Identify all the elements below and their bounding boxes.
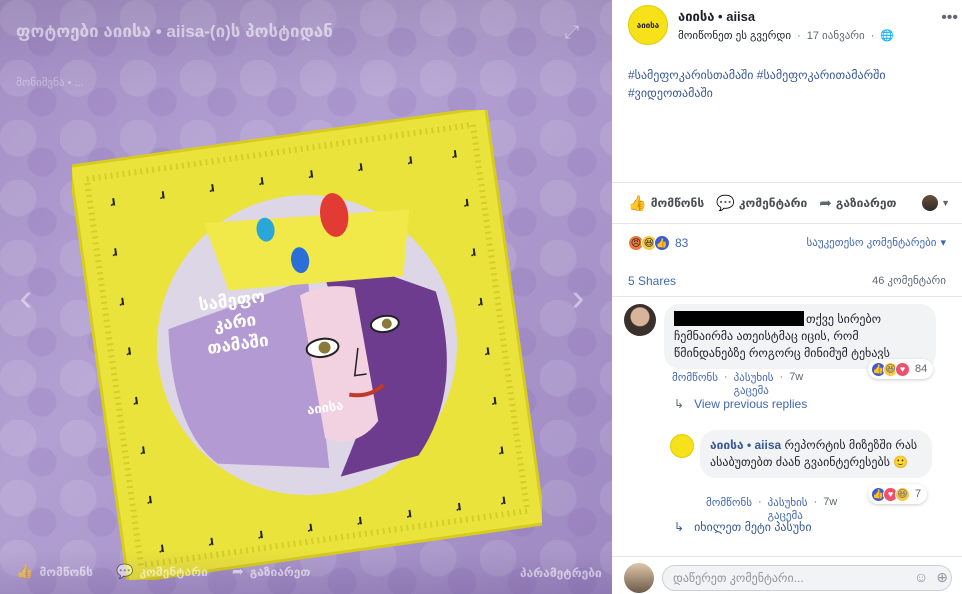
page-name-link[interactable]: აიისა • aiisa [678,9,755,25]
reply-author[interactable]: აიისა • aiisa [710,438,781,452]
post-text: #სამეფოკარისთამაში #სამეფოკარითამარში #ვ… [628,66,948,102]
comments-count[interactable]: 46 კომენტარი [872,274,946,287]
meta-separator: · [870,29,875,42]
avatar[interactable] [624,304,656,336]
chevron-down-icon: ▾ [940,237,946,249]
reply-arrow-icon: ↳ [674,397,685,411]
comment-icon: 💬 [716,195,735,212]
post-meta: მოიწონეთ ეს გვერდი · 17 იანვარი · 🌐 [678,29,895,43]
hashtag-line[interactable]: #ვიდეოთამაში [628,84,948,102]
previous-photo-chevron-icon[interactable]: ‹ [14,278,38,318]
post-as-selector[interactable]: ▼ [922,195,950,211]
hashtag-line[interactable]: #სამეფოკარისთამაში #სამეფოკარითამარში [628,66,948,84]
reply-like-link[interactable]: მომწონს [706,496,752,522]
post-actions: 👍 მომწონს 💬 კომენტარი ➦ გაზიარეთ ▼ [612,182,962,224]
reply-time[interactable]: 7w [823,496,837,522]
page-avatar-text: აიისა [636,20,660,30]
stage-overlay [0,0,612,95]
comment-sort-dropdown[interactable]: საუკეთესო კომენტარები ▾ [806,236,946,249]
share-label: გაზიარეთ [835,196,897,210]
love-reaction-icon: ♥ [895,361,910,377]
sort-label: საუკეთესო კომენტარები [806,237,937,249]
more-options-icon[interactable]: ••• [941,9,958,27]
comment-like-link[interactable]: მომწონს [672,371,718,397]
view-more-replies[interactable]: ↳ იხილეთ მეტი პასუხი [674,520,812,534]
next-photo-chevron-icon[interactable]: › [566,278,590,318]
avatar [624,563,654,593]
reply-actions: მომწონს · პასუხის გაცემა · 7w [706,496,837,522]
haha-reaction-icon: 😆 [895,486,910,502]
avatar[interactable] [670,434,694,458]
page-avatar[interactable]: აიისა [628,5,668,45]
photo-like-button[interactable]: 👍 მომწონს [16,563,93,580]
comment-reply-link[interactable]: პასუხის გაცემა [734,371,774,397]
thumbs-up-icon: 👍 [628,195,647,212]
comment-label: კომენტარი [738,196,808,210]
redacted-author [674,311,804,326]
photo-options-button[interactable]: პარამეტრები [520,566,602,580]
photo-title: ფოტოები აიისა • aiisa-(ი)ს პოსტიდან [16,22,333,41]
view-previous-label: View previous replies [694,397,808,411]
like-button[interactable]: 👍 მომწონს [628,194,704,212]
dot-separator: · [779,371,784,383]
comment-input[interactable]: დაწერეთ კომენტარი... [662,565,952,591]
expand-icon[interactable]: ⤢ [562,22,582,42]
photo-share-button[interactable]: ➦ გაზიარეთ [232,563,310,580]
shares-count[interactable]: 5 Shares [628,274,676,288]
share-button[interactable]: ➦ გაზიარეთ [819,194,896,212]
reply-reaction-count: 7 [915,488,922,500]
post-panel: აიისა აიისა • aiisa მოიწონეთ ეს გვერდი ·… [612,0,962,594]
more-replies-label: იხილეთ მეტი პასუხი [694,520,812,534]
share-icon: ➦ [819,195,832,212]
comment-icon: 💬 [116,563,134,579]
view-previous-replies[interactable]: ↳ View previous replies [674,397,807,411]
reply-reactions[interactable]: 👍 ♥ 😆 7 [868,484,928,504]
smile-emoji-icon: 🙂 [893,455,909,469]
thumbs-up-icon: 👍 [16,563,34,579]
composer-icons: ☺ ⊕ [914,569,948,586]
photo-comment-label: კომენტარი [139,564,208,579]
photo-subtitle: მონიშვნა • ... [16,77,84,89]
post-header: აიისა აიისა • aiisa მოიწონეთ ეს გვერდი ·… [628,5,958,49]
dot-separator: · [723,371,728,383]
reply-arrow-icon: ↳ [674,520,685,534]
photo-options-label: პარამეტრები [520,566,602,580]
like-label: მომწონს [650,196,705,210]
divider [612,296,962,297]
reaction-count[interactable]: 83 [675,236,688,250]
dot-separator: · [813,496,818,508]
comment-reactions[interactable]: 👍 😆 ♥ 84 [868,359,934,379]
comment-button[interactable]: 💬 კომენტარი [716,194,807,212]
emoji-icon[interactable]: ☺ [914,569,928,586]
product-packet-image: ɹɹɹɹɹɹɹɹ ɹɹɹɹɹɹɹɹ ɹɹɹɹɹɹ ɹɹɹɹɹɹ სამეფო კ… [68,106,546,584]
sticker-icon[interactable]: ⊕ [936,569,948,586]
photo-stage[interactable]: ფოტოები აიისა • aiisa-(ი)ს პოსტიდან მონი… [0,0,612,594]
reply-reply-link[interactable]: პასუხის გაცემა [768,496,808,522]
globe-icon: 🌐 [880,30,895,42]
share-icon: ➦ [232,563,244,579]
chevron-down-icon: ▼ [941,198,950,208]
like-reaction-icon: 👍 [654,235,670,251]
comment-composer: დაწერეთ კომენტარი... ☺ ⊕ [612,556,962,594]
photo-like-label: მომწონს [39,564,93,579]
comment-reaction-count: 84 [915,363,928,375]
post-date[interactable]: 17 იანვარი [807,29,865,42]
avatar [922,195,939,211]
reply-bubble: აიისა • aiisa რეპორტის მიზეზში რას ასაბუ… [700,430,932,478]
reactions-summary[interactable]: 😠 😆 👍 83 [628,234,688,252]
comment-actions: მომწონს · პასუხის გაცემა · 7w [672,371,803,397]
photo-share-label: გაზიარეთ [249,564,311,579]
photo-viewer: ფოტოები აიისა • aiisa-(ი)ს პოსტიდან მონი… [0,0,962,594]
meta-separator: · [797,29,801,42]
photo-comment-button[interactable]: 💬 კომენტარი [116,563,208,580]
like-page-link[interactable]: მოიწონეთ ეს გვერდი [678,29,791,42]
dot-separator: · [757,496,762,508]
comment-time[interactable]: 7w [789,371,803,397]
